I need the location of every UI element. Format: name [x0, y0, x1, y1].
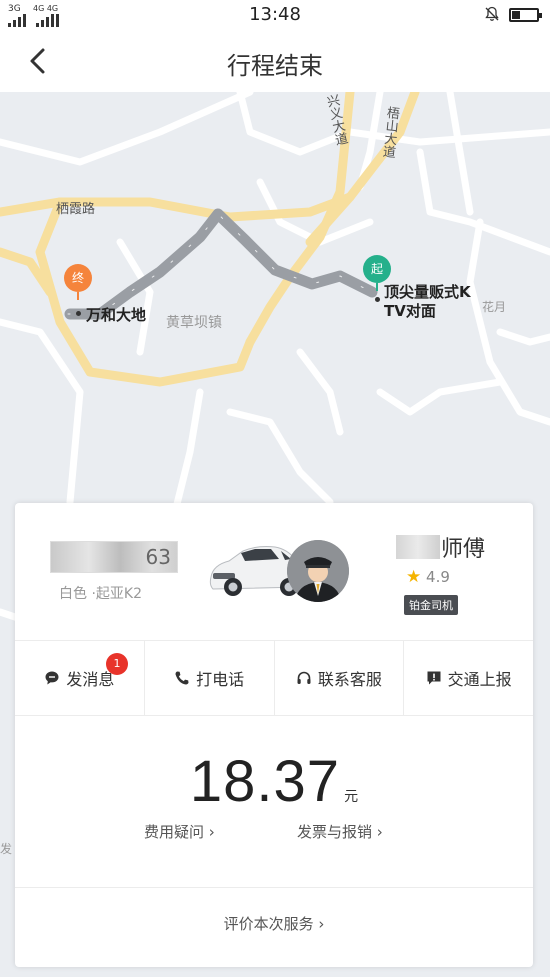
- unread-badge: 1: [106, 653, 128, 675]
- start-pin-icon[interactable]: 起: [363, 255, 391, 291]
- rating-value: 4.9: [426, 568, 450, 586]
- call-label: 打电话: [196, 670, 245, 689]
- battery-icon: [509, 8, 542, 22]
- start-dot: [375, 297, 380, 302]
- driver-avatar-icon: [287, 540, 349, 602]
- phone-icon: [175, 671, 189, 685]
- report-icon: [427, 671, 441, 685]
- star-icon: ★: [406, 567, 422, 587]
- start-location-label: 顶尖量贩式K TV对面: [384, 283, 471, 320]
- fare-unit: 元: [344, 789, 359, 805]
- driver-name-blur: [396, 535, 440, 559]
- call-button[interactable]: 打电话: [145, 641, 275, 715]
- nav-bar: 行程结束: [0, 30, 550, 92]
- area-label: 黄草坝镇: [166, 315, 222, 331]
- end-pin-icon[interactable]: 终: [64, 264, 92, 300]
- map-label-fa: 发: [0, 842, 13, 856]
- status-bar: 3G 4G 4G 13:48: [0, 0, 550, 30]
- driver-avatar[interactable]: [287, 540, 349, 602]
- invoice-link[interactable]: 发票与报销 ›: [297, 821, 383, 842]
- driver-badge: 铂金司机: [404, 595, 458, 615]
- page-title: 行程结束: [227, 52, 323, 80]
- map-label-huayue: 花月: [482, 300, 507, 314]
- road-label-qixia: 栖霞路: [56, 202, 96, 217]
- headset-icon: [297, 671, 311, 684]
- customer-service-button[interactable]: 联系客服: [275, 641, 405, 715]
- bell-muted-icon: [485, 6, 499, 21]
- fare-display: 18.37 元: [15, 748, 533, 815]
- driver-rating: ★ 4.9: [406, 567, 450, 587]
- status-time: 13:48: [249, 4, 301, 25]
- fare-question-link[interactable]: 费用疑问 ›: [144, 821, 215, 842]
- trip-summary-card: 63 白色 ·起亚K2 师傅 ★ 4.9 铂金司机 发消息 1 打电话 联系客服…: [15, 503, 533, 967]
- traffic-report-label: 交通上报: [447, 670, 512, 689]
- driver-name: 师傅: [441, 537, 486, 562]
- rate-service-button[interactable]: 评价本次服务 ›: [15, 887, 533, 967]
- send-message-button[interactable]: 发消息 1: [15, 641, 145, 715]
- car-description: 白色 ·起亚K2: [59, 586, 142, 602]
- traffic-report-button[interactable]: 交通上报: [404, 641, 533, 715]
- end-location-label: 万和大地: [86, 306, 147, 324]
- action-bar: 发消息 1 打电话 联系客服 交通上报: [15, 640, 533, 716]
- message-icon: [45, 671, 59, 685]
- customer-service-label: 联系客服: [317, 670, 382, 689]
- back-button[interactable]: [22, 44, 56, 78]
- license-plate: 63: [50, 541, 178, 573]
- battery-fill: [512, 11, 520, 19]
- fare-amount: 18.37: [189, 749, 341, 814]
- end-dot: [76, 311, 81, 316]
